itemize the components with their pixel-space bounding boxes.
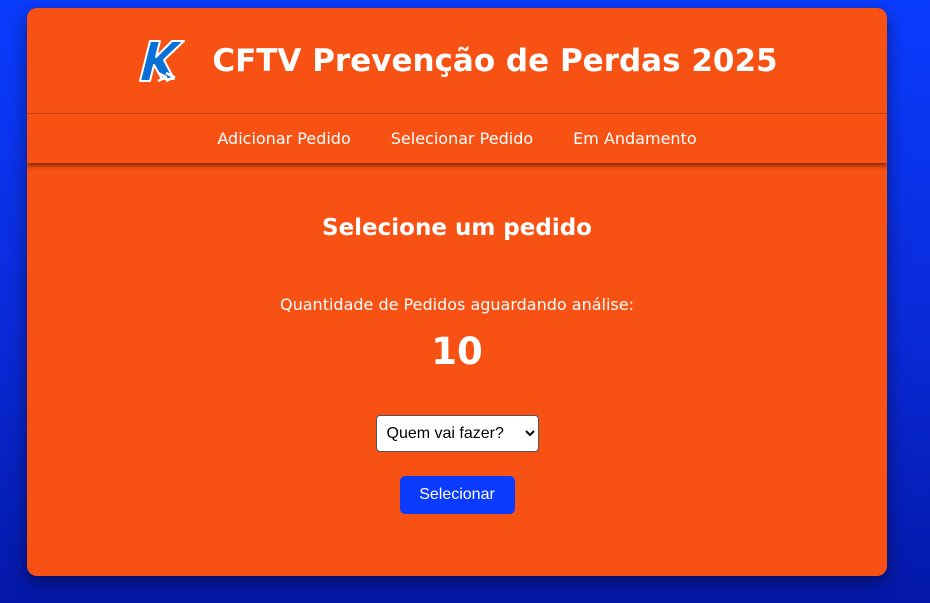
k-brand-logo-icon: [136, 35, 188, 87]
header: CFTV Prevenção de Perdas 2025: [27, 8, 887, 114]
page-title: CFTV Prevenção de Perdas 2025: [212, 42, 778, 79]
pending-count-label: Quantidade de Pedidos aguardando análise…: [280, 295, 634, 314]
top-nav: Adicionar Pedido Selecionar Pedido Em An…: [27, 114, 887, 163]
nav-item-selecionar-pedido[interactable]: Selecionar Pedido: [391, 129, 533, 148]
assignee-select[interactable]: Quem vai fazer?: [375, 415, 539, 452]
pending-count-value: 10: [431, 330, 483, 373]
main-card: CFTV Prevenção de Perdas 2025 Adicionar …: [27, 8, 887, 576]
section-heading: Selecione um pedido: [322, 215, 592, 241]
assignee-select-wrapper: Quem vai fazer?: [27, 373, 887, 452]
submit-wrapper: Selecionar: [27, 452, 887, 514]
content-area: Selecione um pedido Quantidade de Pedido…: [27, 163, 887, 514]
nav-item-adicionar-pedido[interactable]: Adicionar Pedido: [217, 129, 350, 148]
nav-item-em-andamento[interactable]: Em Andamento: [573, 129, 696, 148]
selecionar-button[interactable]: Selecionar: [399, 476, 515, 514]
